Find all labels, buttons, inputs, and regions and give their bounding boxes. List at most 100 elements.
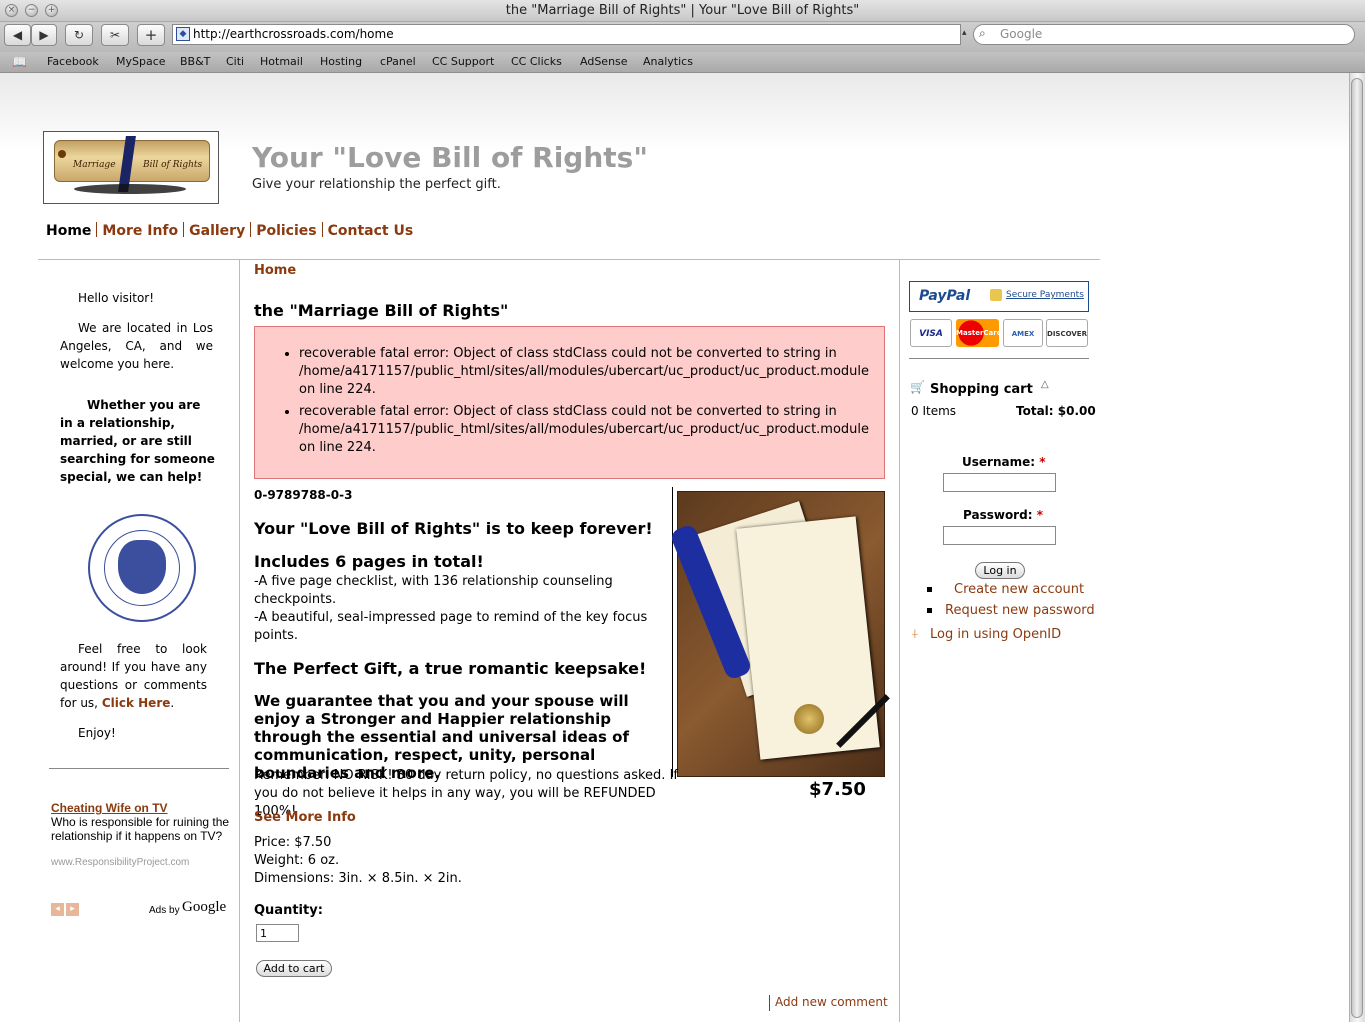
keep-forever-heading: Your "Love Bill of Rights" is to keep fo… xyxy=(254,519,653,538)
logo-seal-icon xyxy=(58,150,66,158)
click-here-link[interactable]: Click Here xyxy=(102,696,171,710)
product-dimensions: Dimensions: 3in. × 8.5in. × 2in. xyxy=(254,871,462,886)
see-more-info-link[interactable]: See More Info xyxy=(254,810,356,825)
logo-shadow xyxy=(74,184,186,194)
ad-prev-icon[interactable]: ◂ xyxy=(51,903,64,916)
ad-divider xyxy=(49,768,229,769)
comment-separator xyxy=(769,995,770,1011)
bookmarks-book-icon[interactable]: 📖 xyxy=(12,52,27,72)
product-price: Price: $7.50 xyxy=(254,835,332,850)
address-text: http://earthcrossroads.com/home xyxy=(193,27,394,41)
google-logo[interactable]: Google xyxy=(182,900,226,915)
cart-title[interactable]: Shopping cart xyxy=(930,382,1033,397)
bookmark-bbt[interactable]: BB&T xyxy=(180,52,210,72)
header-divider xyxy=(38,259,1100,260)
pages-line-2: -A beautiful, seal-impressed page to rem… xyxy=(254,610,648,643)
quantity-input[interactable] xyxy=(256,924,299,942)
welcome-enjoy: Enjoy! xyxy=(78,726,116,740)
logo-text-left: Marriage xyxy=(73,160,116,170)
bookmark-citi[interactable]: Citi xyxy=(226,52,244,72)
bookmark-adsense[interactable]: AdSense xyxy=(580,52,628,72)
required-marker: * xyxy=(1036,508,1043,522)
scrollbar-thumb[interactable] xyxy=(1351,78,1363,1018)
openid-login-link[interactable]: Log in using OpenID xyxy=(930,627,1061,642)
add-to-cart-button[interactable]: Add to cart xyxy=(256,960,332,977)
search-placeholder: Google xyxy=(1000,27,1043,41)
close-icon[interactable]: × xyxy=(5,4,18,17)
pages-line-1: -A five page checklist, with 136 relatio… xyxy=(254,574,613,607)
browser-window: the "Marriage Bill of Rights" | Your "Lo… xyxy=(0,0,1365,1022)
bookmarks-bar: 📖 Facebook MySpace BB&T Citi Hotmail Hos… xyxy=(0,52,1365,73)
ad-text[interactable]: Who is responsible for ruining the relat… xyxy=(51,815,231,843)
bookmark-cc-clicks[interactable]: CC Clicks xyxy=(511,52,562,72)
site-logo[interactable]: Marriage Bill of Rights xyxy=(43,131,219,204)
snapback-button[interactable]: ✂ xyxy=(101,24,129,46)
create-account-link[interactable]: Create new account xyxy=(954,582,1084,597)
eagle-icon xyxy=(118,540,166,594)
page-title: the "Marriage Bill of Rights" xyxy=(254,301,509,320)
right-column-divider xyxy=(899,260,900,1022)
bookmark-analytics[interactable]: Analytics xyxy=(643,52,693,72)
bookmark-myspace[interactable]: MySpace xyxy=(116,52,166,72)
pages-heading: Includes 6 pages in total! xyxy=(254,552,484,571)
password-label-text: Password: xyxy=(963,508,1033,522)
nav-contact-us[interactable]: Contact Us xyxy=(323,223,419,239)
plus-icon: + xyxy=(144,26,158,44)
address-field[interactable]: http://earthcrossroads.com/home xyxy=(172,24,961,45)
cart-collapse-icon[interactable]: △ xyxy=(1041,379,1049,390)
image-price: $7.50 xyxy=(809,779,866,800)
site-slogan: Give your relationship the perfect gift. xyxy=(252,177,501,192)
add-bookmark-button[interactable]: + xyxy=(137,24,165,46)
login-button[interactable]: Log in xyxy=(975,562,1025,579)
site-name[interactable]: Your "Love Bill of Rights" xyxy=(252,141,648,174)
product-weight: Weight: 6 oz. xyxy=(254,853,340,868)
nav-gallery[interactable]: Gallery xyxy=(184,223,250,239)
gold-seal-icon xyxy=(794,704,824,734)
nav-more-info[interactable]: More Info xyxy=(97,223,183,239)
bookmark-hosting[interactable]: Hosting xyxy=(320,52,362,72)
quantity-label: Quantity: xyxy=(254,903,323,918)
welcome-contact: Feel free to look around! If you have an… xyxy=(60,642,207,710)
minimize-icon[interactable]: − xyxy=(25,4,38,17)
paypal-badge[interactable]: PayPal Secure Payments xyxy=(909,281,1089,312)
username-input[interactable] xyxy=(943,473,1056,492)
nav-policies[interactable]: Policies xyxy=(251,223,321,239)
password-input[interactable] xyxy=(943,526,1056,545)
ad-url[interactable]: www.ResponsibilityProject.com xyxy=(51,856,189,870)
primary-nav: Home More Info Gallery Policies Contact Us xyxy=(46,222,418,239)
breadcrumb[interactable]: Home xyxy=(254,263,296,278)
search-input[interactable]: Google xyxy=(973,24,1355,45)
nav-home[interactable]: Home xyxy=(46,223,96,239)
error-message: recoverable fatal error: Object of class… xyxy=(299,403,884,457)
bookmark-cpanel[interactable]: cPanel xyxy=(380,52,416,72)
back-icon: ◀ xyxy=(12,28,23,42)
product-isbn: 0-9789788-0-3 xyxy=(254,488,353,502)
request-password-link[interactable]: Request new password xyxy=(945,603,1095,618)
ad-title-link[interactable]: Cheating Wife on TV xyxy=(51,801,168,815)
image-divider xyxy=(672,487,673,777)
bookmark-facebook[interactable]: Facebook xyxy=(47,52,99,72)
cart-icon: 🛒 xyxy=(910,380,925,394)
lock-icon xyxy=(990,289,1002,301)
password-label: Password: * xyxy=(963,508,1043,522)
amex-card-icon: AMEX xyxy=(1003,319,1043,347)
official-seal-image xyxy=(88,514,196,622)
mastercard-icon: MasterCard xyxy=(956,319,1002,347)
forward-icon: ▶ xyxy=(39,28,49,42)
bookmark-hotmail[interactable]: Hotmail xyxy=(260,52,303,72)
error-message: recoverable fatal error: Object of class… xyxy=(299,345,884,399)
ad-next-icon[interactable]: ▸ xyxy=(66,903,79,916)
product-image[interactable] xyxy=(668,491,890,777)
back-button[interactable]: ◀ xyxy=(4,24,31,46)
forward-button[interactable]: ▶ xyxy=(31,24,57,46)
ads-by-label[interactable]: Ads by xyxy=(149,904,180,918)
bookmark-cc-support[interactable]: CC Support xyxy=(432,52,494,72)
snapback-icon: ✂ xyxy=(109,28,121,42)
add-comment-link[interactable]: Add new comment xyxy=(775,995,888,1009)
cart-total: Total: $0.00 xyxy=(1016,404,1096,418)
reload-button[interactable]: ↻ xyxy=(65,24,93,46)
secure-payments-link[interactable]: Secure Payments xyxy=(1006,290,1084,300)
zoom-icon[interactable]: + xyxy=(45,4,58,17)
url-dropdown-icon[interactable]: ▴ xyxy=(962,28,967,38)
required-marker: * xyxy=(1039,455,1046,469)
